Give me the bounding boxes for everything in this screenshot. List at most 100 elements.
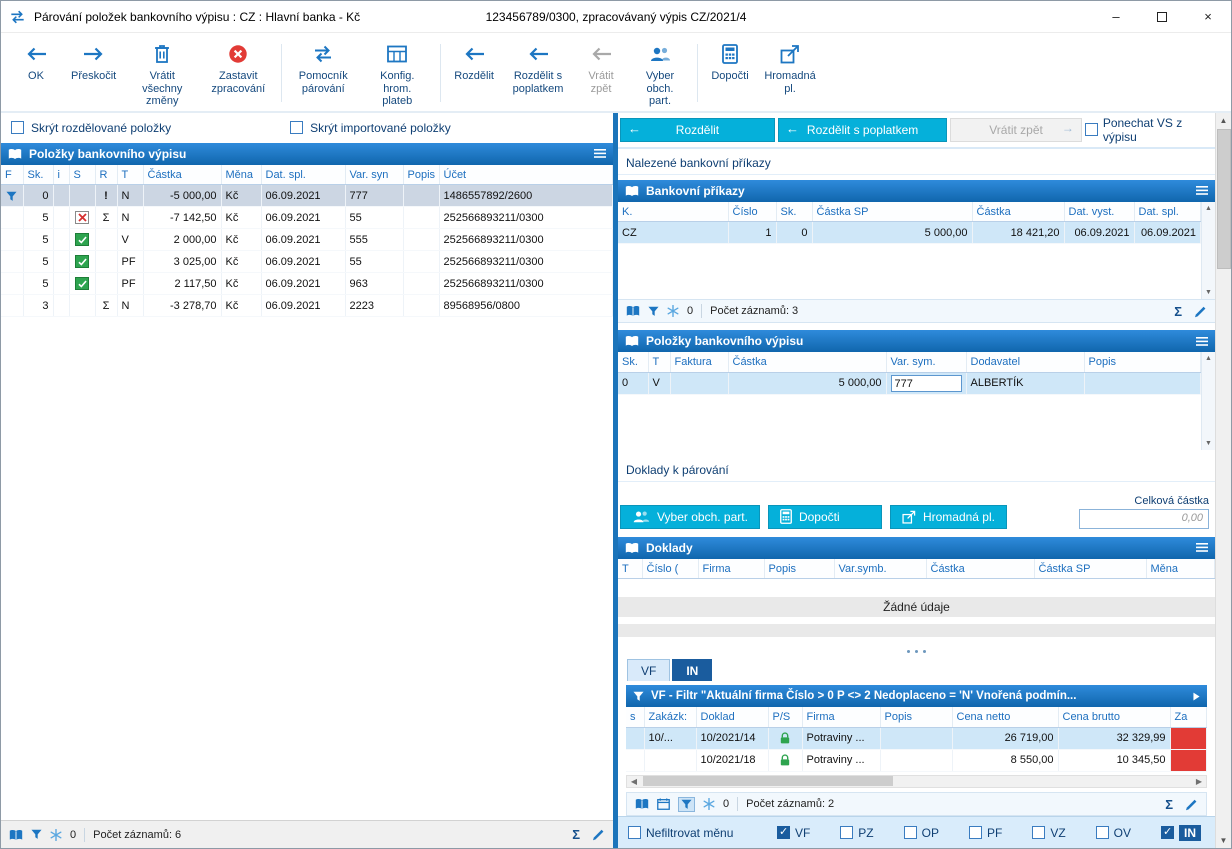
cell-dat[interactable]: 06.09.2021 — [261, 250, 346, 274]
statement-row[interactable]: 5 Σ N -7 142,50 Kč 06.09.2021 55 2525668… — [1, 206, 613, 230]
col-s[interactable]: s — [626, 707, 645, 728]
op-checkbox[interactable] — [903, 826, 917, 839]
cell-s[interactable] — [69, 184, 96, 208]
cell-zakazka[interactable]: 10/... — [644, 727, 697, 750]
scroll-right-icon[interactable]: ▶ — [1192, 777, 1206, 786]
cell-filter[interactable] — [1, 228, 24, 252]
cell-vs[interactable]: 963 — [345, 272, 404, 296]
revert-all-button[interactable]: Vrátit všechny změny — [124, 36, 200, 110]
col-ps[interactable]: P/S — [768, 707, 803, 728]
select-partner-button[interactable]: Vyber obch. part. — [628, 36, 692, 110]
col-f[interactable]: F — [1, 164, 24, 186]
cell-doklad[interactable]: 10/2021/14 — [696, 727, 769, 750]
col-s[interactable]: S — [69, 164, 96, 186]
cell-dat-spl[interactable]: 06.09.2021 — [1134, 221, 1201, 245]
cell-ucet[interactable]: 252566893211/0300 — [439, 272, 613, 296]
pf-checkbox[interactable] — [968, 826, 982, 839]
col-t[interactable]: T — [618, 558, 643, 580]
col-sk[interactable]: Sk. — [776, 201, 813, 223]
vf-checkbox[interactable] — [776, 826, 790, 839]
snowflake-icon[interactable] — [667, 305, 679, 317]
sum-icon[interactable]: Σ — [572, 827, 580, 842]
cell-s[interactable] — [69, 272, 96, 296]
cell-ucet[interactable]: 252566893211/0300 — [439, 206, 613, 230]
cell-vs[interactable]: 55 — [345, 206, 404, 230]
menu-icon[interactable] — [1196, 186, 1208, 195]
scrollbar-thumb[interactable] — [1216, 128, 1231, 269]
scroll-down-icon[interactable]: ▼ — [1202, 437, 1215, 450]
cell-popis[interactable] — [403, 250, 440, 274]
col-i[interactable]: i — [53, 164, 70, 186]
col-popis[interactable]: Popis — [764, 558, 835, 580]
filter-icon[interactable] — [31, 829, 42, 840]
book-icon[interactable] — [626, 305, 640, 317]
keep-vs-checkbox[interactable] — [1084, 123, 1098, 137]
col-vs[interactable]: Var. sym. — [886, 352, 967, 373]
cell-r[interactable] — [95, 272, 118, 296]
col-mena[interactable]: Měna — [1146, 558, 1215, 580]
invoices-horizontal-scrollbar[interactable]: ◀ ▶ — [626, 774, 1207, 788]
scroll-up-icon[interactable]: ▲ — [1216, 113, 1231, 129]
cell-castka[interactable]: 3 025,00 — [143, 250, 222, 274]
statement-row[interactable]: 3 Σ N -3 278,70 Kč 06.09.2021 2223 89568… — [1, 294, 613, 318]
cell-zakazka[interactable] — [644, 749, 697, 772]
cell-dat[interactable]: 06.09.2021 — [261, 206, 346, 230]
calendar-icon[interactable] — [657, 798, 670, 810]
close-icon[interactable]: × — [1185, 1, 1231, 32]
cell-castka[interactable]: 2 000,00 — [143, 228, 222, 252]
cell-sk[interactable]: 3 — [23, 294, 54, 318]
col-r[interactable]: R — [95, 164, 118, 186]
cell-sk[interactable]: 0 — [618, 372, 649, 395]
ok-button[interactable]: OK — [9, 36, 63, 110]
split-action-button[interactable]: ← Rozdělit — [620, 117, 775, 142]
col-dat-spl[interactable]: Dat. spl. — [1134, 201, 1201, 223]
in-checkbox[interactable] — [1161, 826, 1174, 839]
no-currency-filter-checkbox[interactable] — [628, 826, 641, 839]
cell-za-status[interactable] — [1170, 727, 1207, 750]
col-cislo[interactable]: Číslo — [728, 201, 777, 223]
cell-r[interactable]: Σ — [95, 294, 118, 318]
cell-i[interactable] — [53, 250, 70, 274]
split-fee-action-button[interactable]: ← Rozdělit s poplatkem — [777, 117, 948, 142]
bulk-payment-config-button[interactable]: Konfig. hrom. plateb — [359, 36, 435, 110]
scrollbar-thumb[interactable] — [643, 776, 893, 787]
col-t[interactable]: T — [117, 164, 144, 186]
cell-t[interactable]: V — [648, 372, 671, 395]
calculate-button[interactable]: Dopočti — [703, 36, 757, 110]
col-t[interactable]: T — [648, 352, 671, 373]
cell-s[interactable] — [69, 250, 96, 274]
cell-sk[interactable]: 0 — [776, 221, 813, 245]
splitter-handle[interactable] — [618, 645, 1215, 657]
cell-sk[interactable]: 5 — [23, 272, 54, 296]
cell-brutto[interactable]: 32 329,99 — [1058, 727, 1171, 750]
invoice-row[interactable]: 10/... 10/2021/14 Potraviny ... 26 719,0… — [626, 727, 1207, 750]
pencil-icon[interactable] — [1194, 305, 1207, 318]
cell-popis[interactable] — [1084, 372, 1201, 395]
cell-netto[interactable]: 26 719,00 — [952, 727, 1059, 750]
order-row[interactable]: CZ 1 0 5 000,00 18 421,20 06.09.2021 06.… — [618, 221, 1201, 245]
scroll-down-icon[interactable]: ▼ — [1202, 286, 1215, 299]
cell-i[interactable] — [53, 184, 70, 208]
cell-popis[interactable] — [880, 727, 953, 750]
cell-castka[interactable]: -5 000,00 — [143, 184, 222, 208]
cell-filter[interactable] — [1, 250, 24, 274]
cell-popis[interactable] — [403, 206, 440, 230]
stop-processing-button[interactable]: Zastavit zpracování — [200, 36, 276, 110]
cell-i[interactable] — [53, 228, 70, 252]
col-castka-sp[interactable]: Částka SP — [812, 201, 973, 223]
minimize-icon[interactable]: – — [1093, 1, 1139, 32]
item-row[interactable]: 0 V 5 000,00 777 ALBERTÍK — [618, 372, 1201, 395]
col-vs[interactable]: Var. syn — [345, 164, 404, 186]
cell-cislo[interactable]: 1 — [728, 221, 777, 245]
expand-filter-icon[interactable] — [1193, 692, 1200, 701]
col-popis[interactable]: Popis — [403, 164, 440, 186]
cell-firma[interactable]: Potraviny ... — [802, 749, 881, 772]
cell-mena[interactable]: Kč — [221, 184, 262, 208]
cell-ucet[interactable]: 89568956/0800 — [439, 294, 613, 318]
cell-castka[interactable]: 2 117,50 — [143, 272, 222, 296]
cell-popis[interactable] — [403, 294, 440, 318]
ov-checkbox[interactable] — [1095, 826, 1109, 839]
cell-faktura[interactable] — [670, 372, 729, 395]
cell-sk[interactable]: 0 — [23, 184, 54, 208]
col-netto[interactable]: Cena netto — [952, 707, 1059, 728]
